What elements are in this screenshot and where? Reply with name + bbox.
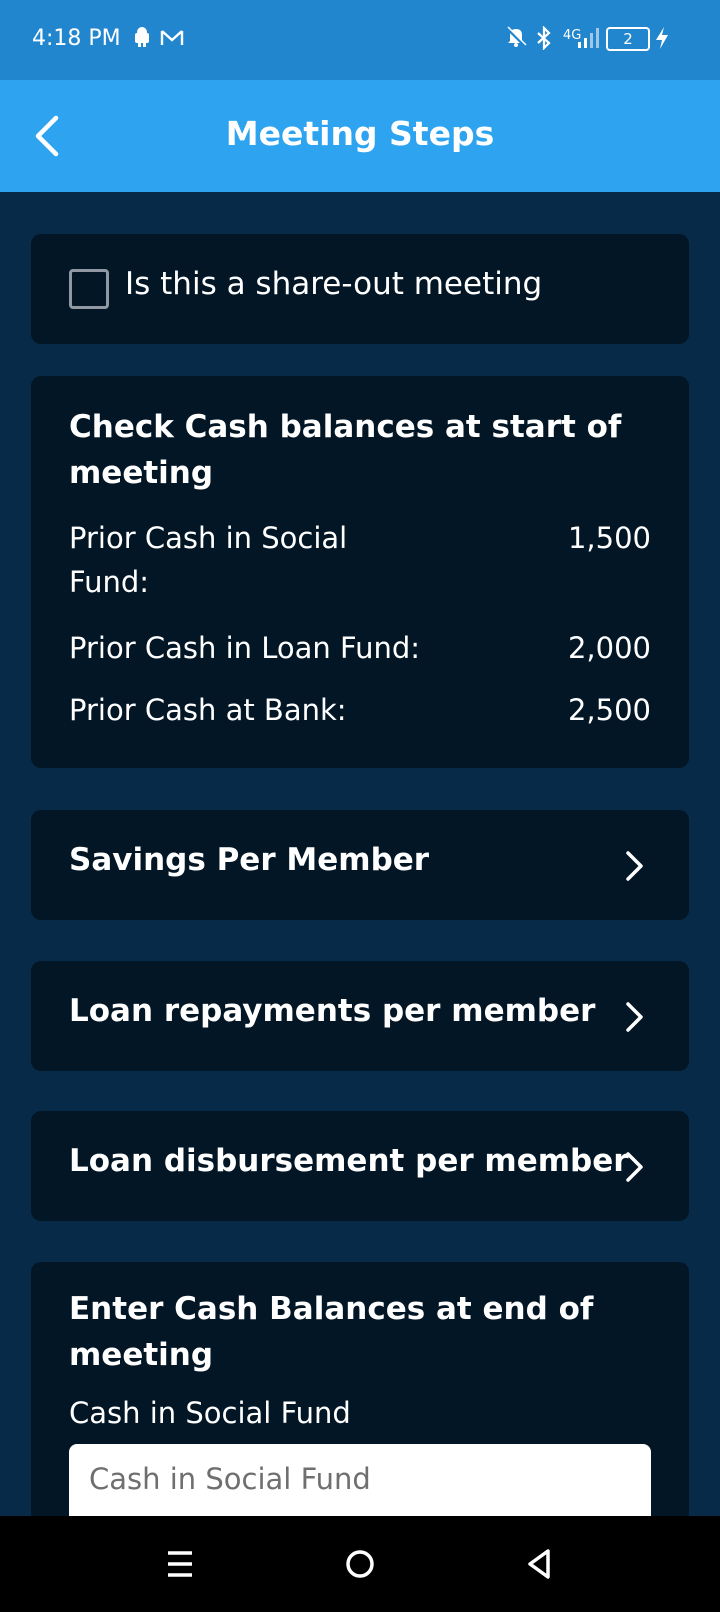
chevron-right-icon: [626, 851, 643, 881]
bluetooth-icon: [535, 25, 553, 57]
charging-bolt-icon: [654, 26, 670, 57]
loan-fund-label: Prior Cash in Loan Fund:: [69, 631, 421, 665]
page-title: Meeting Steps: [225, 114, 495, 153]
chevron-right-icon: [626, 1152, 643, 1182]
share-out-label: Is this a share-out meeting: [125, 266, 543, 302]
share-out-card: Is this a share-out meeting: [31, 234, 689, 344]
share-out-checkbox[interactable]: [69, 269, 109, 309]
app-bar: Meeting Steps: [0, 80, 720, 192]
signal-icon: [576, 26, 602, 57]
gmail-icon: [160, 26, 184, 54]
system-nav-bar: [0, 1516, 720, 1612]
social-fund-value: 1,500: [567, 521, 651, 555]
home-circle-icon: [346, 1550, 374, 1578]
loan-disbursement-item[interactable]: Loan disbursement per member: [31, 1111, 689, 1221]
home-button[interactable]: [338, 1542, 382, 1586]
chevron-right-icon: [626, 1002, 643, 1032]
loan-repayments-label: Loan repayments per member: [69, 993, 596, 1029]
mute-bell-icon: [505, 26, 527, 55]
bank-value: 2,500: [567, 693, 651, 727]
cash-end-heading: Enter Cash Balances at end of meeting: [69, 1291, 594, 1373]
status-bar: 4:18 PM 4G 2: [0, 0, 720, 80]
savings-per-member-item[interactable]: Savings Per Member: [31, 810, 689, 920]
menu-button[interactable]: [158, 1542, 202, 1586]
cash-start-heading: Check Cash balances at start of meeting: [69, 409, 622, 491]
android-icon: [133, 26, 151, 54]
bank-label: Prior Cash at Bank:: [69, 693, 347, 727]
cash-start-card: Check Cash balances at start of meeting …: [31, 376, 689, 768]
battery-icon: 2: [606, 27, 650, 51]
social-fund-label: Prior Cash in Social Fund:: [69, 521, 348, 599]
system-back-button[interactable]: [518, 1542, 562, 1586]
status-time: 4:18 PM: [32, 26, 121, 51]
loan-repayments-item[interactable]: Loan repayments per member: [31, 961, 689, 1071]
savings-per-member-label: Savings Per Member: [69, 842, 430, 878]
social-fund-field-label: Cash in Social Fund: [69, 1396, 351, 1430]
triangle-back-icon: [528, 1549, 550, 1579]
menu-icon: [168, 1551, 192, 1577]
loan-disbursement-label: Loan disbursement per member: [69, 1143, 629, 1179]
loan-fund-value: 2,000: [567, 631, 651, 665]
